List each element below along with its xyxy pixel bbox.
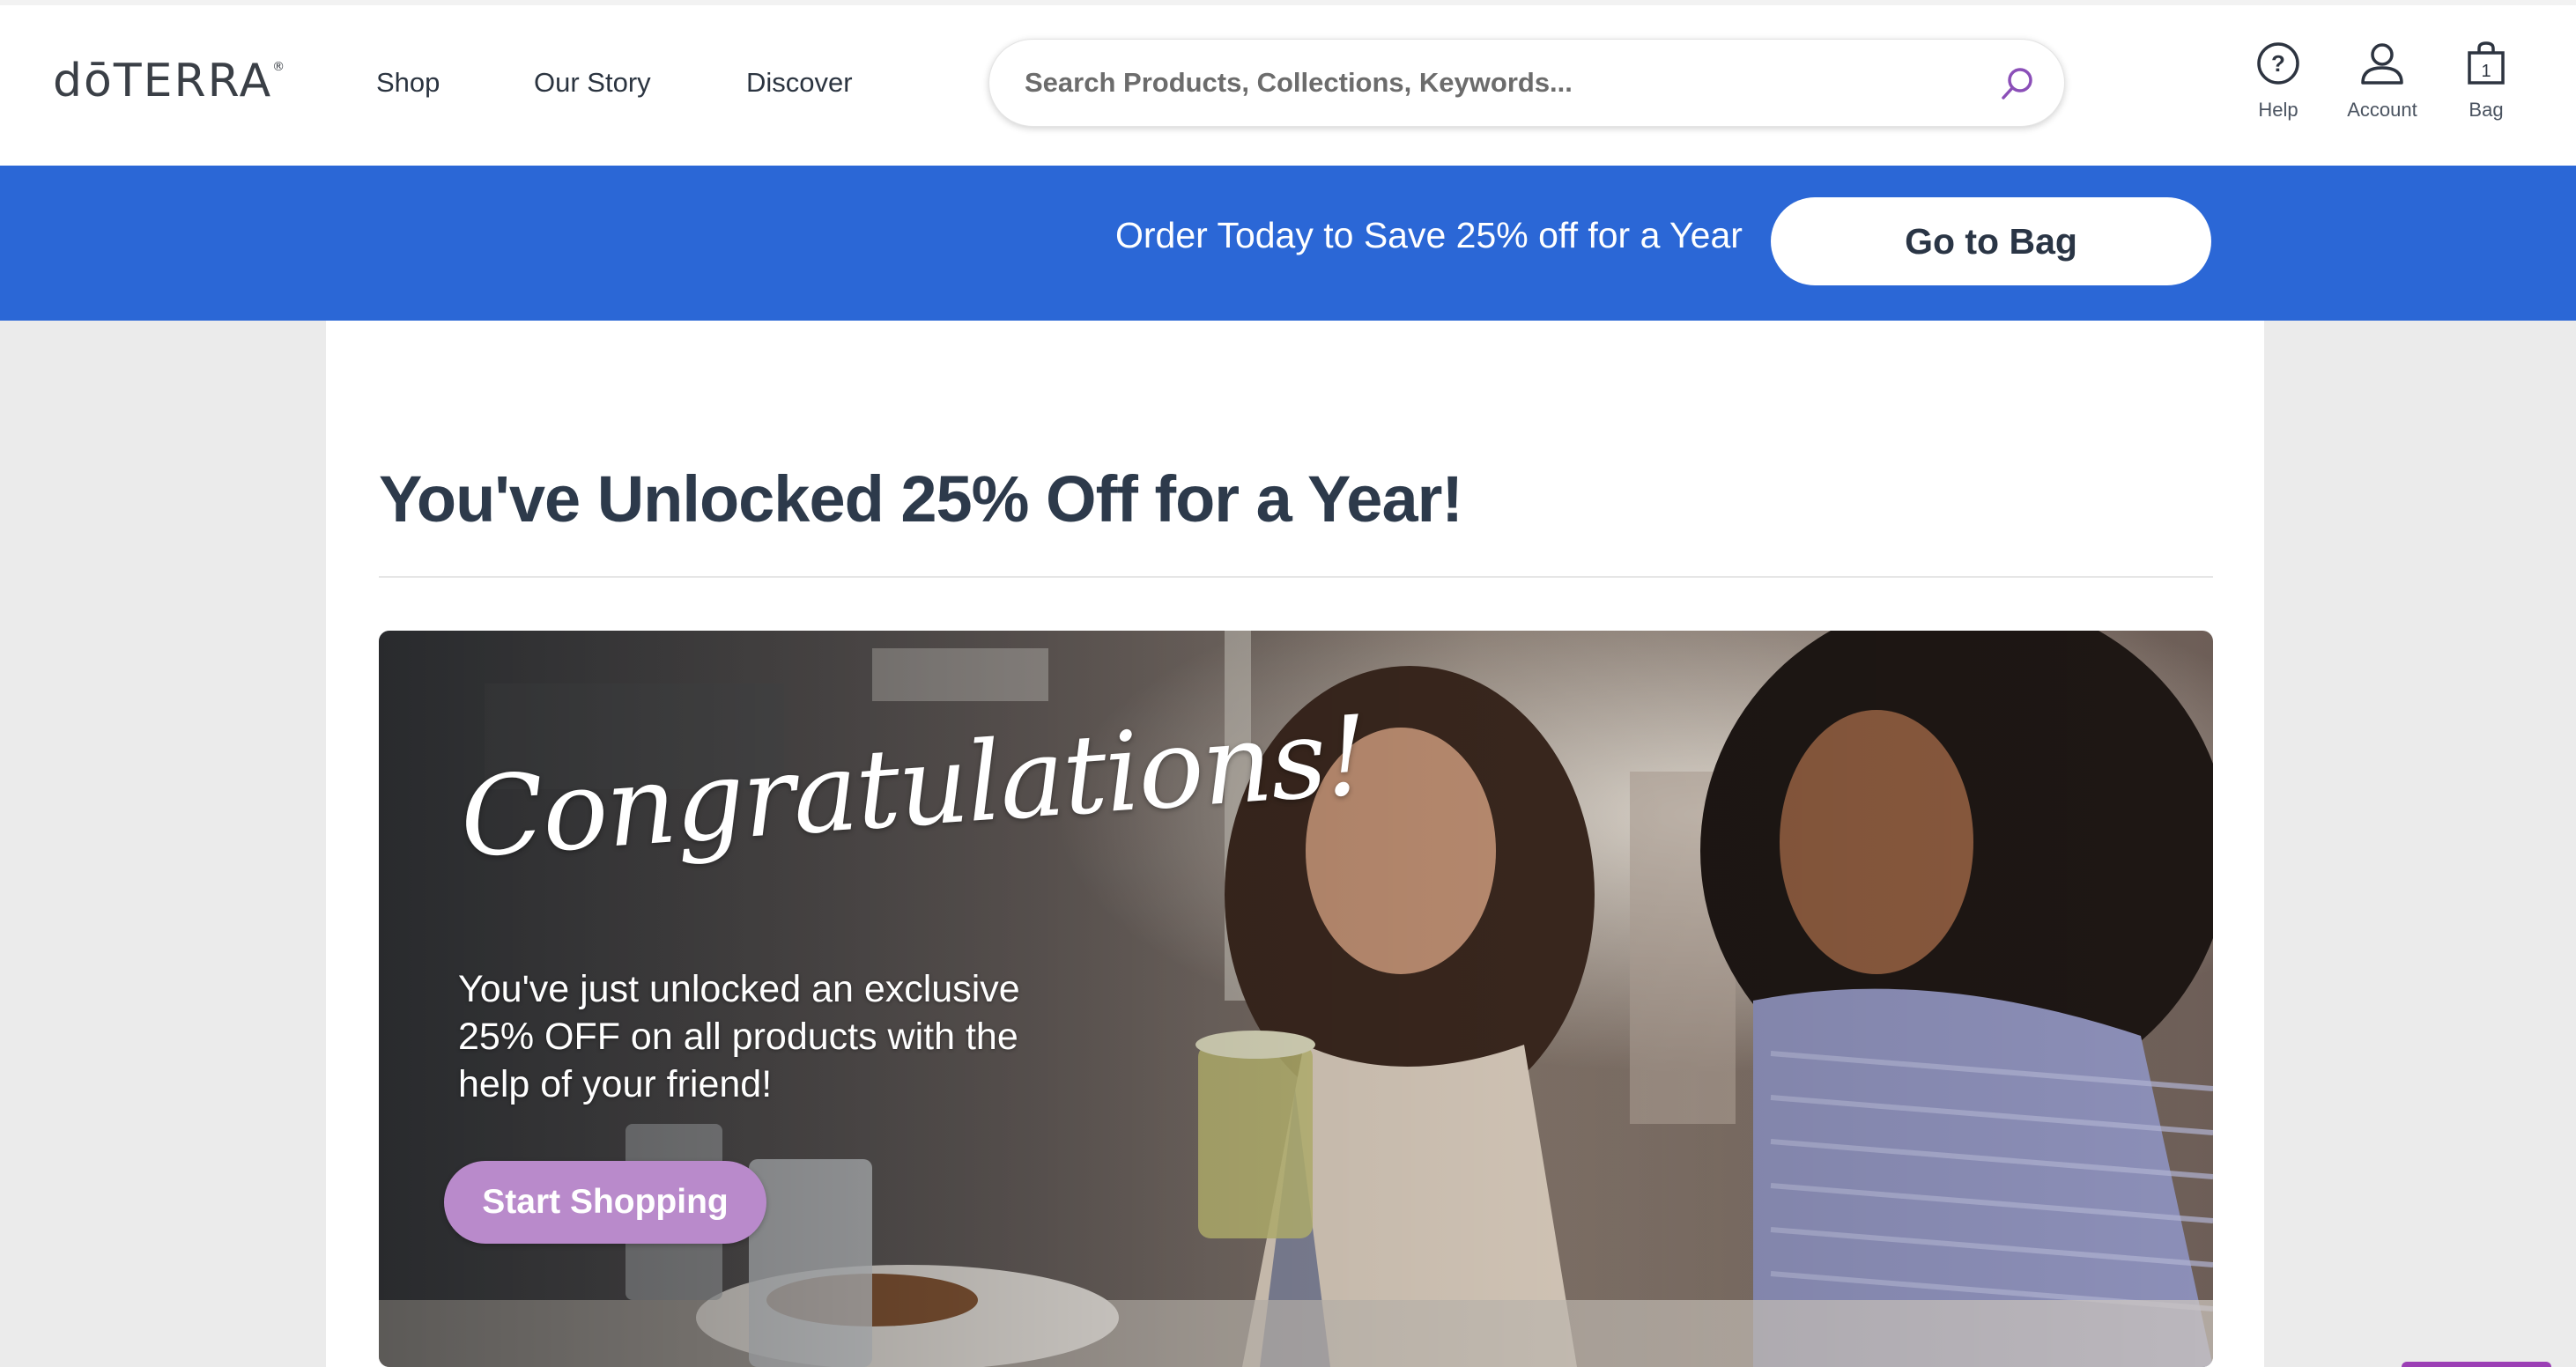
go-to-bag-button[interactable]: Go to Bag — [1771, 197, 2211, 285]
hero-banner: Congratulations! You've just unlocked an… — [379, 631, 2213, 1367]
promo-banner: Order Today to Save 25% off for a Year G… — [0, 166, 2576, 321]
bag-label: Bag — [2469, 99, 2504, 121]
help-link[interactable]: ? Help — [2230, 41, 2327, 122]
hero-body-text: You've just unlocked an exclusive 25% OF… — [458, 968, 1020, 1105]
nav-discover[interactable]: Discover — [746, 67, 853, 99]
svg-text:?: ? — [2271, 50, 2285, 77]
help-icon: ? — [2257, 42, 2299, 85]
account-icon — [2361, 43, 2403, 85]
logo-mark: ® — [272, 60, 287, 74]
nav-shop[interactable]: Shop — [376, 67, 440, 99]
logo-text: dōTERRA — [53, 55, 273, 107]
bag-icon: 1 — [2468, 41, 2505, 85]
promo-text: Order Today to Save 25% off for a Year — [1115, 215, 1743, 255]
main-content: You've Unlocked 25% Off for a Year! Cong… — [326, 321, 2264, 1367]
page-title: You've Unlocked 25% Off for a Year! — [379, 462, 1463, 536]
logo[interactable]: dōTERRA® — [53, 55, 286, 107]
chat-widget-tab[interactable] — [2402, 1362, 2551, 1367]
bag-link[interactable]: 1 Bag — [2438, 41, 2535, 122]
bag-count: 1 — [2481, 62, 2491, 81]
search-icon — [2002, 68, 2032, 100]
search-input[interactable] — [1025, 61, 1976, 105]
search-bar — [988, 39, 2065, 127]
divider — [379, 576, 2213, 578]
site-header: dōTERRA® Shop Our Story Discover ? Help … — [0, 0, 2576, 166]
account-label: Account — [2347, 99, 2417, 121]
nav-our-story[interactable]: Our Story — [534, 67, 651, 99]
account-link[interactable]: Account — [2334, 41, 2431, 122]
search-button[interactable] — [1999, 64, 2038, 103]
start-shopping-button[interactable]: Start Shopping — [444, 1161, 766, 1244]
help-label: Help — [2258, 99, 2298, 121]
